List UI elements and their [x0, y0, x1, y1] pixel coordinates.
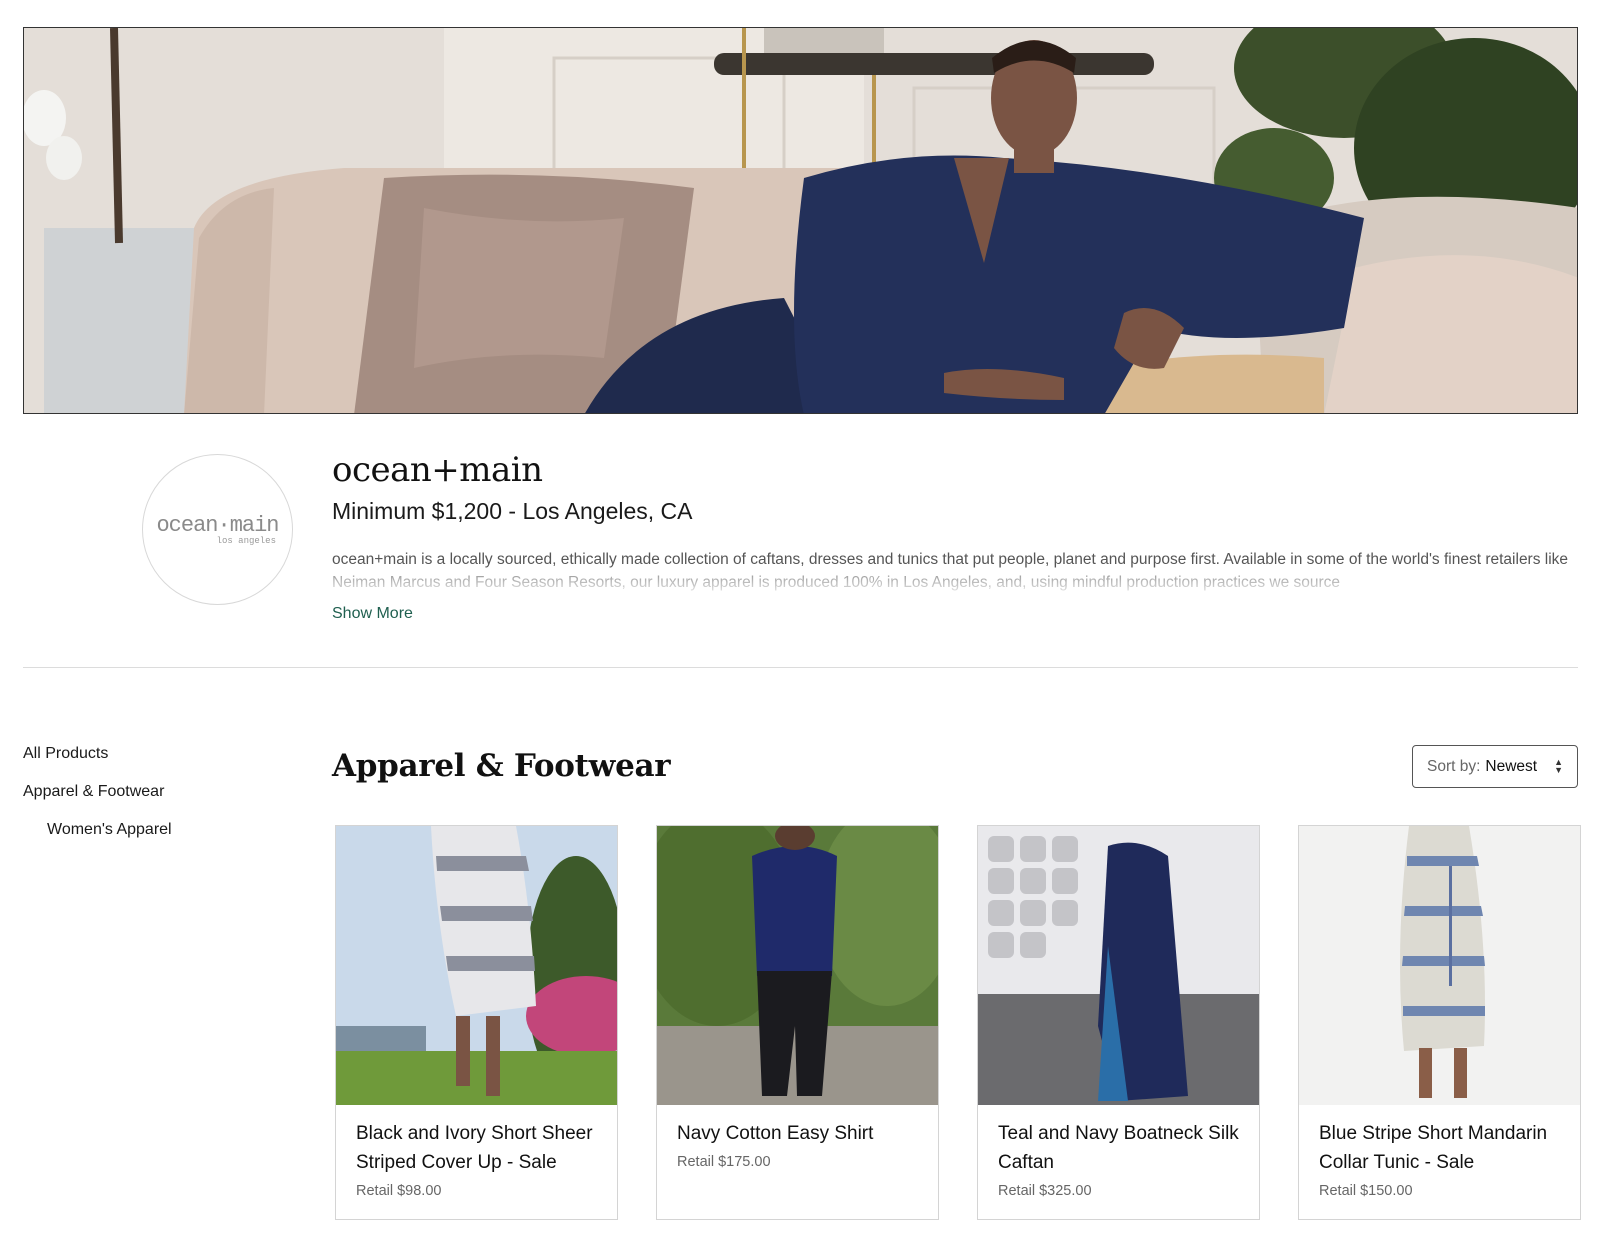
product-image[interactable]	[1299, 826, 1580, 1105]
brand-logo-subtext: los angeles	[216, 536, 276, 546]
product-card[interactable]: Black and Ivory Short Sheer Striped Cove…	[335, 825, 618, 1220]
product-card[interactable]: Blue Stripe Short Mandarin Collar Tunic …	[1298, 825, 1581, 1220]
brand-logo: ocean·main los angeles	[142, 454, 293, 605]
chevron-up-down-icon: ▲ ▼	[1554, 757, 1563, 775]
product-price: Retail $98.00	[356, 1183, 442, 1199]
product-image[interactable]	[978, 826, 1259, 1105]
product-image[interactable]	[336, 826, 617, 1105]
brand-logo-text: ocean·main	[156, 513, 279, 538]
product-name[interactable]: Teal and Navy Boatneck Silk Caftan	[978, 1105, 1259, 1177]
product-price: Retail $150.00	[1319, 1183, 1413, 1199]
hero-banner-image	[23, 27, 1578, 414]
product-image[interactable]	[657, 826, 938, 1105]
section-title: Apparel & Footwear	[332, 748, 671, 784]
brand-name: ocean+main	[332, 450, 543, 490]
product-card[interactable]: Teal and Navy Boatneck Silk Caftan Retai…	[977, 825, 1260, 1220]
sort-value: Newest	[1485, 757, 1538, 775]
product-name[interactable]: Blue Stripe Short Mandarin Collar Tunic …	[1299, 1105, 1580, 1177]
sidebar-item-womens-apparel[interactable]: Women's Apparel	[47, 821, 172, 839]
sidebar-item-apparel-footwear[interactable]: Apparel & Footwear	[23, 783, 164, 801]
section-divider	[23, 667, 1578, 668]
sort-label: Sort by:	[1427, 757, 1481, 775]
sidebar-item-all-products[interactable]: All Products	[23, 745, 108, 763]
brand-minimum-location: Minimum $1,200 - Los Angeles, CA	[332, 498, 693, 524]
product-name[interactable]: Black and Ivory Short Sheer Striped Cove…	[336, 1105, 617, 1177]
sort-dropdown[interactable]: Sort by: Newest ▲ ▼	[1412, 745, 1578, 788]
show-more-link[interactable]: Show More	[332, 605, 413, 623]
product-price: Retail $175.00	[677, 1154, 771, 1170]
product-name[interactable]: Navy Cotton Easy Shirt	[657, 1105, 938, 1148]
description-fade-overlay	[332, 571, 1572, 593]
product-price: Retail $325.00	[998, 1183, 1092, 1199]
product-card[interactable]: Navy Cotton Easy Shirt Retail $175.00	[656, 825, 939, 1220]
